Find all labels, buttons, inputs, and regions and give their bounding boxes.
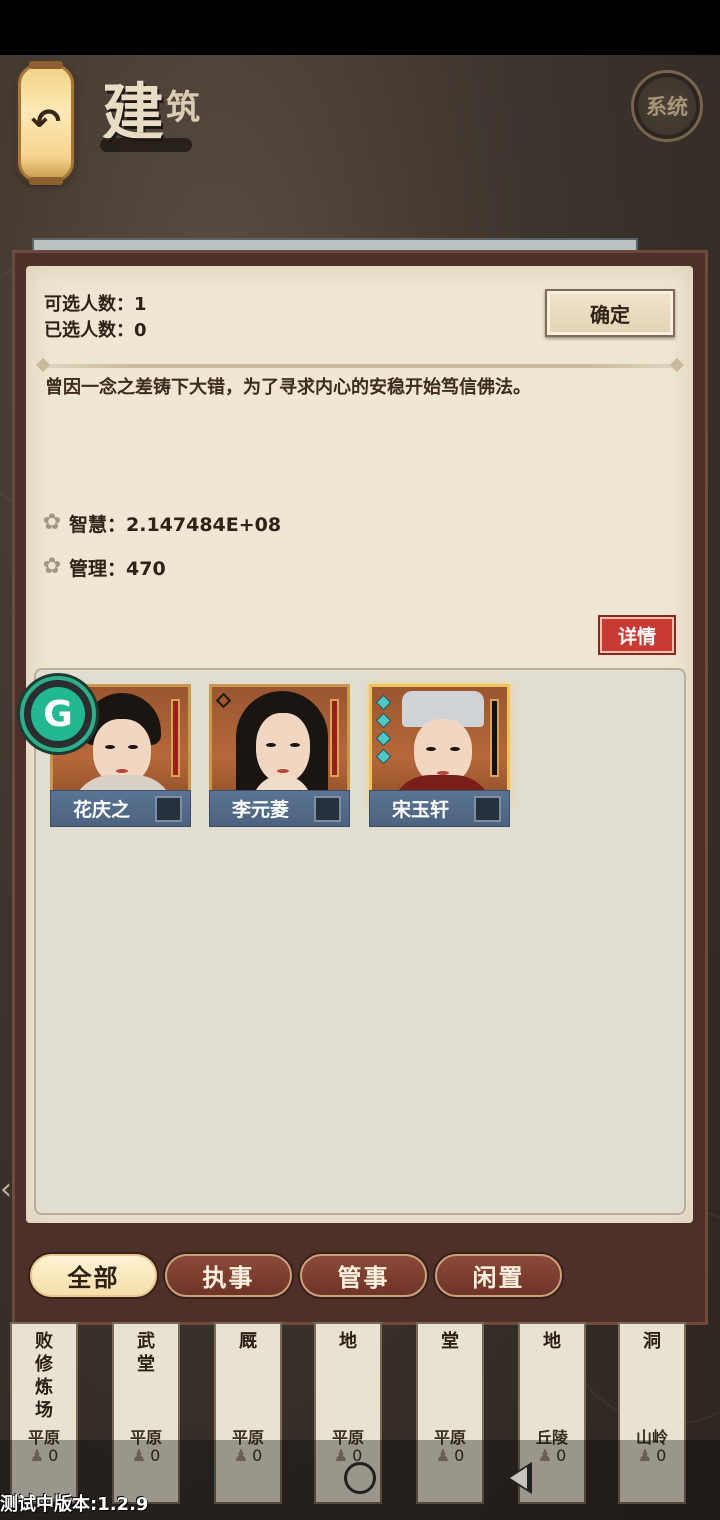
character-nameplate: 花庆之 xyxy=(50,790,191,827)
tab-idle-label: 闲置 xyxy=(472,1264,525,1292)
tab-all[interactable]: 全部 xyxy=(30,1254,157,1297)
home-icon[interactable] xyxy=(344,1462,376,1494)
equipment-slot xyxy=(155,796,182,822)
system-button-label: 系统 xyxy=(646,94,688,119)
building-name: 地 xyxy=(543,1331,561,1352)
flower-icon: ✿ xyxy=(42,510,62,535)
tab-manager-label: 管事 xyxy=(337,1264,390,1292)
energy-bar xyxy=(490,699,499,777)
energy-bar xyxy=(330,699,339,777)
character-name: 李元菱 xyxy=(232,799,290,821)
tab-idle[interactable]: 闲置 xyxy=(435,1254,562,1297)
equipment-slot xyxy=(474,796,501,822)
details-button-label: 详情 xyxy=(617,625,656,648)
equipment-slot xyxy=(314,796,341,822)
back-arrow-icon: ↶ xyxy=(30,102,62,143)
character-card-2[interactable]: 李元菱 xyxy=(209,684,350,844)
stat-management: ✿ 管理：470 xyxy=(40,553,166,581)
rank-diamond-icon xyxy=(375,748,392,765)
recent-apps-icon[interactable] xyxy=(186,1462,214,1490)
page-title-sub: 筑 xyxy=(166,88,203,128)
page-title: 建筑 xyxy=(102,62,203,149)
character-name: 宋玉轩 xyxy=(392,799,450,821)
building-name: 洞 xyxy=(643,1331,661,1352)
character-description: 曾因一念之差铸下大错，为了寻求内心的安稳开始笃信佛法。 xyxy=(45,377,531,398)
stat-wisdom-text: 智慧：2.147484E+08 xyxy=(69,513,282,536)
tab-all-label: 全部 xyxy=(67,1264,120,1292)
g-logo-icon: G xyxy=(31,687,85,741)
rank-diamond-icon xyxy=(215,692,232,709)
divider xyxy=(40,364,680,368)
chevron-left-icon[interactable]: ‹ xyxy=(0,1170,14,1210)
selectable-count: 可选人数：1 xyxy=(44,294,147,315)
system-button[interactable]: 系统 xyxy=(631,70,703,142)
selected-count: 已选人数：0 xyxy=(44,320,147,341)
rank-diamond-icon xyxy=(375,730,392,747)
character-nameplate: 宋玉轩 xyxy=(369,790,510,827)
rank-diamond-icon xyxy=(375,712,392,729)
character-name: 花庆之 xyxy=(73,799,131,821)
version-label: 测试中版本:1.2.9 xyxy=(0,1494,149,1515)
building-name: 地 xyxy=(339,1331,357,1352)
tab-executive-label: 执事 xyxy=(202,1264,255,1292)
stat-management-text: 管理：470 xyxy=(69,557,166,580)
character-card-3[interactable]: 宋玉轩 xyxy=(369,684,510,844)
character-nameplate: 李元菱 xyxy=(209,790,350,827)
rank-diamond-icon xyxy=(375,694,392,711)
flower-icon: ✿ xyxy=(42,554,62,579)
building-name: 堂 xyxy=(441,1331,459,1352)
energy-bar xyxy=(171,699,180,777)
nav-back-icon[interactable] xyxy=(506,1462,532,1494)
stat-wisdom: ✿ 智慧：2.147484E+08 xyxy=(40,509,281,537)
building-name: 厩 xyxy=(239,1331,257,1352)
tab-executive[interactable]: 执事 xyxy=(165,1254,292,1297)
back-button[interactable]: ↶ xyxy=(18,61,74,185)
floating-assistant-button[interactable]: G xyxy=(20,676,96,752)
confirm-button[interactable]: 确定 xyxy=(545,289,675,337)
building-name: 武 堂 xyxy=(137,1331,155,1375)
title-underline xyxy=(100,138,192,152)
tab-manager[interactable]: 管事 xyxy=(300,1254,427,1297)
status-bar xyxy=(0,0,720,55)
confirm-button-label: 确定 xyxy=(590,302,630,327)
details-button[interactable]: 详情 xyxy=(600,617,674,653)
building-name: 败 修 炼 场 xyxy=(35,1331,53,1421)
